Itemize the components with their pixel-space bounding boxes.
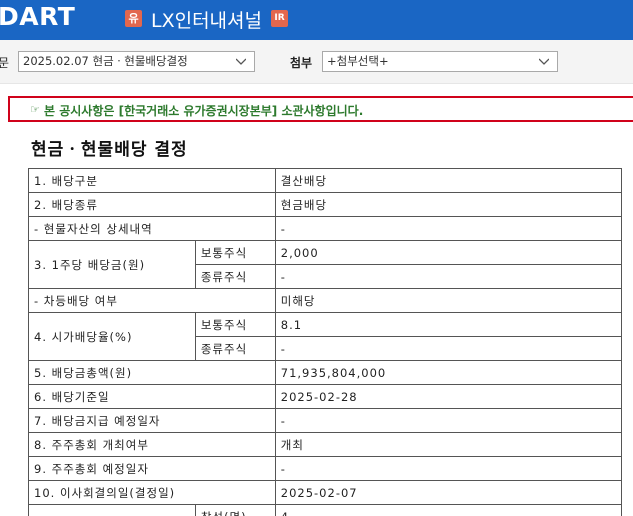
row-sublabel: 종류주식 <box>194 264 276 289</box>
dart-header: DART 유 LX인터내셔널 IR <box>0 0 633 40</box>
table-row: 3. 1주당 배당금(원) 보통주식 2,000 <box>28 240 623 289</box>
company-name[interactable]: LX인터내셔널 <box>151 6 262 33</box>
row-sublabel: 보통주식 <box>194 312 276 337</box>
row-value: 2025-02-28 <box>274 384 623 409</box>
row-label: 7. 배당금지급 예정일자 <box>28 408 276 433</box>
row-value: 미해당 <box>274 288 623 313</box>
row-sublabel: 보통주식 <box>194 240 276 265</box>
row-label: 8. 주주총회 개최여부 <box>28 432 276 457</box>
notice-text: 본 공시사항은 [한국거래소 유가증권시장본부] 소관사항입니다. <box>44 104 364 118</box>
row-value: - <box>274 408 623 433</box>
chevron-down-icon <box>539 58 549 65</box>
row-value: 2025-02-07 <box>274 480 623 505</box>
row-value: 4 <box>274 504 623 516</box>
report-select[interactable]: 2025.02.07 현금ㆍ현물배당결정 <box>18 51 255 72</box>
document-toolbar: 문 2025.02.07 현금ㆍ현물배당결정 첨부 +첨부선택+ <box>0 40 633 84</box>
row-sublabel: 참석(명) <box>194 504 276 516</box>
row-value: 2,000 <box>274 240 623 265</box>
row-label: 10. 이사회결의일(결정일) <box>28 480 276 505</box>
row-label: 2. 배당종류 <box>28 192 276 217</box>
table-row: - 차등배당 여부 미해당 <box>28 288 623 313</box>
report-select-label: 문 <box>0 56 10 70</box>
table-row: 10. 이사회결의일(결정일) 2025-02-07 <box>28 480 623 505</box>
row-value: 8.1 <box>274 312 623 337</box>
attachment-select-label: 첨부 <box>290 56 313 70</box>
row-label: - 현물자산의 상세내역 <box>28 216 276 241</box>
table-row: 4. 시가배당율(%) 보통주식 8.1 <box>28 312 623 361</box>
row-value: 71,935,804,000 <box>274 360 623 385</box>
table-row: 2. 배당종류 현금배당 <box>28 192 623 217</box>
row-value: 개최 <box>274 432 623 457</box>
table-row: - 현물자산의 상세내역 - <box>28 216 623 241</box>
table-row: 참석(명) 4 <box>28 504 623 516</box>
ir-badge[interactable]: IR <box>271 10 288 27</box>
table-row: 1. 배당구분 결산배당 <box>28 168 623 193</box>
row-label: 3. 1주당 배당금(원) <box>28 240 196 289</box>
jurisdiction-notice: ☞ 본 공시사항은 [한국거래소 유가증권시장본부] 소관사항입니다. <box>8 96 633 122</box>
attachment-select-value: +첨부선택+ <box>327 54 389 68</box>
attachment-select[interactable]: +첨부선택+ <box>322 51 558 72</box>
row-label: - 차등배당 여부 <box>28 288 276 313</box>
row-label: 9. 주주총회 예정일자 <box>28 456 276 481</box>
table-row: 8. 주주총회 개최여부 개최 <box>28 432 623 457</box>
dart-logo[interactable]: DART <box>0 2 75 31</box>
table-row: 5. 배당금총액(원) 71,935,804,000 <box>28 360 623 385</box>
dart-logo-text: DART <box>0 2 76 31</box>
row-label: 1. 배당구분 <box>28 168 276 193</box>
row-value: - <box>274 456 623 481</box>
row-label: 5. 배당금총액(원) <box>28 360 276 385</box>
row-value: 결산배당 <box>274 168 623 193</box>
document-title: 현금ㆍ현물배당 결정 <box>31 140 188 160</box>
row-value: 현금배당 <box>274 192 623 217</box>
row-value: - <box>274 264 623 289</box>
report-select-value: 2025.02.07 현금ㆍ현물배당결정 <box>23 54 188 68</box>
dividend-table: 1. 배당구분 결산배당 2. 배당종류 현금배당 - 현물자산의 상세내역 -… <box>28 168 623 516</box>
row-label: 6. 배당기준일 <box>28 384 276 409</box>
row-value: - <box>274 216 623 241</box>
table-row: 7. 배당금지급 예정일자 - <box>28 408 623 433</box>
pointing-hand-icon: ☞ <box>30 103 40 116</box>
table-row: 6. 배당기준일 2025-02-28 <box>28 384 623 409</box>
table-row: 9. 주주총회 예정일자 - <box>28 456 623 481</box>
row-sublabel: 종류주식 <box>194 336 276 361</box>
market-badge-yu: 유 <box>125 10 142 27</box>
row-label: 4. 시가배당율(%) <box>28 312 196 361</box>
row-value: - <box>274 336 623 361</box>
row-label <box>28 504 196 516</box>
chevron-down-icon <box>236 58 246 65</box>
